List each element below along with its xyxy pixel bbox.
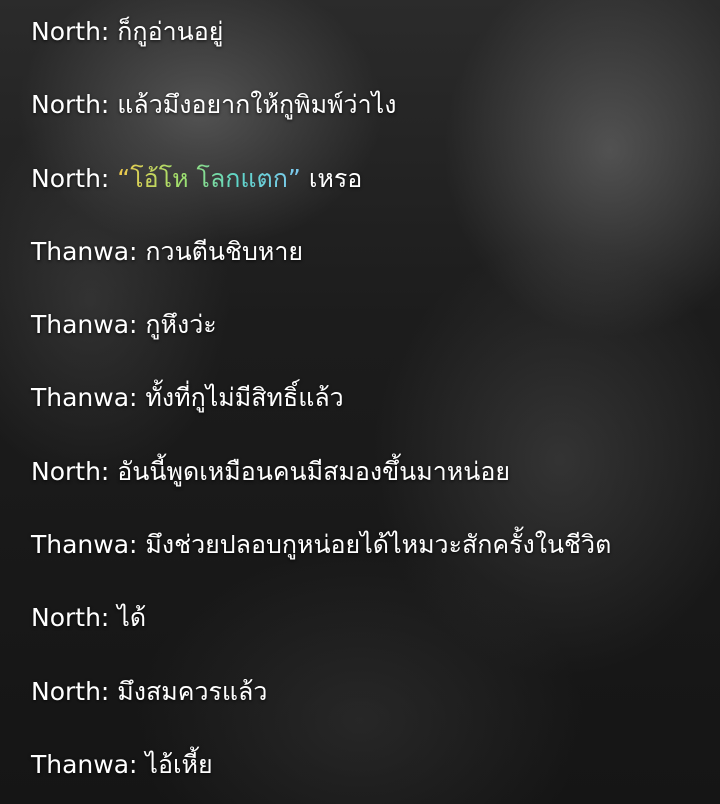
message-text: เหรอ: [300, 163, 363, 193]
chat-line: North: แล้วมึงอยากให้กูพิมพ์ว่าไง: [31, 87, 710, 160]
message-text: กูหึงว่ะ: [145, 310, 217, 340]
speaker-name: Thanwa: [31, 383, 130, 413]
speaker-separator: :: [129, 310, 146, 340]
chat-transcript: North: ก็กูอ่านอยู่ North: แล้วมึงอยากให…: [31, 14, 710, 804]
message-text: แล้วมึงอยากให้กูพิมพ์ว่าไง: [117, 90, 397, 120]
quoted-text: “โอ้โห โลกแตก”: [117, 163, 301, 193]
chat-line: North: ได้: [31, 600, 710, 673]
speaker-name: Thanwa: [31, 530, 130, 560]
speaker-separator: :: [100, 603, 118, 633]
speaker-separator: :: [129, 530, 146, 560]
message-text: ไอ้เหี้ย: [145, 749, 213, 779]
speaker-name: North: [31, 676, 101, 706]
speaker-separator: :: [129, 383, 146, 413]
chat-line: Thanwa: ทั้งที่กูไม่มีสิทธิ์แล้ว: [31, 380, 710, 453]
message-text: ทั้งที่กูไม่มีสิทธิ์แล้ว: [145, 383, 344, 413]
speaker-name: Thanwa: [31, 236, 130, 266]
chat-line: Thanwa: กูหึงว่ะ: [31, 307, 710, 380]
speaker-separator: :: [100, 456, 118, 486]
chat-line: North: มึงสมควรแล้ว: [31, 674, 710, 747]
speaker-name: North: [31, 456, 101, 486]
message-text: อันนี้พูดเหมือนคนมีสมองขึ้นมาหน่อย: [117, 456, 510, 486]
chat-line: Thanwa: กวนตีนชิบหาย: [31, 234, 710, 307]
speaker-name: North: [31, 603, 101, 633]
chat-screen: North: ก็กูอ่านอยู่ North: แล้วมึงอยากให…: [0, 0, 720, 804]
speaker-separator: :: [100, 90, 118, 120]
message-text: มึงช่วยปลอบกูหน่อยได้ไหมวะสักครั้งในชีวิ…: [145, 530, 612, 560]
speaker-name: North: [31, 17, 101, 46]
message-text: ได้: [117, 603, 147, 633]
speaker-separator: :: [100, 17, 118, 46]
message-text: ก็กูอ่านอยู่: [117, 17, 224, 46]
chat-line: North: อันนี้พูดเหมือนคนมีสมองขึ้นมาหน่อ…: [31, 454, 710, 527]
speaker-separator: :: [100, 163, 118, 193]
speaker-name: North: [31, 163, 101, 193]
speaker-name: Thanwa: [31, 749, 130, 779]
chat-line: North: “โอ้โห โลกแตก” เหรอ: [31, 161, 710, 234]
message-text: กวนตีนชิบหาย: [145, 236, 304, 266]
speaker-name: Thanwa: [31, 310, 130, 340]
speaker-separator: :: [129, 236, 146, 266]
speaker-name: North: [31, 90, 101, 120]
chat-line: North: ก็กูอ่านอยู่: [31, 14, 710, 87]
chat-line: Thanwa: มึงช่วยปลอบกูหน่อยได้ไหมวะสักครั…: [31, 527, 710, 600]
chat-line: Thanwa: ไอ้เหี้ย: [31, 747, 710, 804]
message-text: มึงสมควรแล้ว: [117, 676, 268, 706]
speaker-separator: :: [129, 749, 146, 779]
speaker-separator: :: [100, 676, 118, 706]
